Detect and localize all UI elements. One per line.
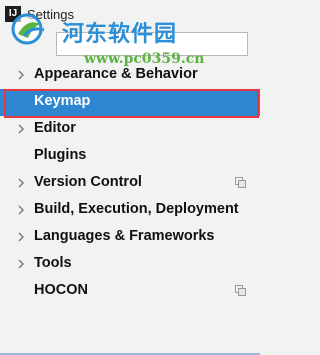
tree-item-label: Version Control [34,174,142,190]
chevron-right-icon[interactable] [16,203,26,217]
project-settings-icon [235,177,246,188]
tree-item-label: Build, Execution, Deployment [34,201,239,217]
tree-item-label: Tools [34,255,72,271]
tree-item-appearance-behavior[interactable]: Appearance & Behavior [0,62,260,89]
tree-item-label: Editor [34,120,76,136]
tree-item-languages-frameworks[interactable]: Languages & Frameworks [0,224,260,251]
chevron-right-icon[interactable] [16,176,26,190]
tree-item-plugins[interactable]: Plugins [0,143,260,170]
watermark-name: 河东软件园 [62,21,178,47]
tree-item-label: Plugins [34,147,87,163]
project-settings-icon [235,285,246,296]
tree-item-keymap[interactable]: Keymap [0,89,260,116]
tree-item-label: HOCON [34,282,88,298]
tree-item-label: Keymap [34,93,91,109]
tree-item-label: Languages & Frameworks [34,228,215,244]
chevron-right-icon[interactable] [16,230,26,244]
tree-item-version-control[interactable]: Version Control [0,170,260,197]
tree-item-hocon[interactable]: HOCON [0,278,260,305]
chevron-right-icon[interactable] [16,257,26,271]
tree-item-editor[interactable]: Editor [0,116,260,143]
chevron-right-icon[interactable] [16,122,26,136]
tree-item-label: Appearance & Behavior [34,66,198,82]
tree-item-build-execution-deployment[interactable]: Build, Execution, Deployment [0,197,260,224]
tree-item-tools[interactable]: Tools [0,251,260,278]
watermark-logo-icon [11,13,45,45]
chevron-right-icon[interactable] [16,68,26,82]
